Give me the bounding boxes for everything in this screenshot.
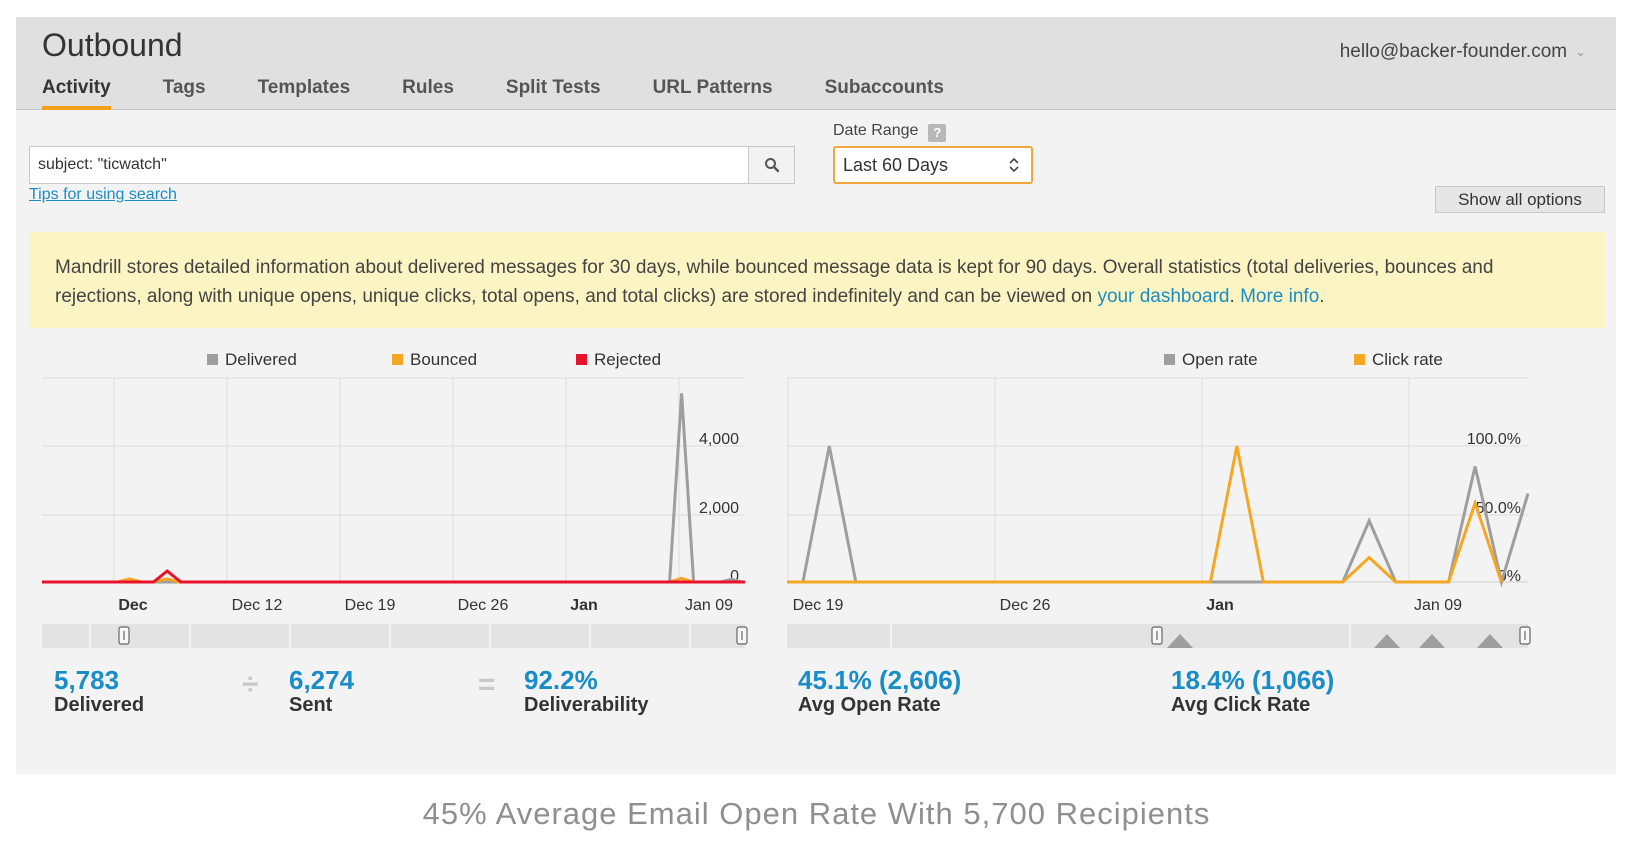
account-menu[interactable]: hello@backer-founder.com ⌄ — [1340, 41, 1586, 63]
stat-open-rate: 45.1% (2,606) Avg Open Rate — [798, 665, 961, 715]
x-tick-label: Jan 09 — [685, 597, 733, 614]
search-input[interactable] — [30, 147, 740, 183]
search-icon — [764, 158, 779, 173]
legend-swatch — [576, 354, 587, 365]
x-tick-label: Jan 09 — [1414, 597, 1462, 614]
notice-end: . — [1319, 286, 1325, 307]
legend-swatch — [1354, 354, 1365, 365]
legend-swatch — [207, 354, 218, 365]
tab-activity[interactable]: Activity — [42, 75, 111, 110]
x-tick-label: Jan — [1206, 597, 1234, 614]
app-window: Outbound hello@backer-founder.com ⌄ Activ… — [16, 17, 1616, 774]
stat-deliverability: 92.2% Deliverability — [524, 665, 649, 715]
delivery-chart: Delivered Bounced Rejected 4,000 2,000 0 De… — [42, 338, 748, 658]
date-range-label: Date Range? — [833, 122, 947, 142]
engagement-chart: Open rate Click rate 100.0% 50.0% 0% Dec 19… — [787, 338, 1532, 658]
stat-sent: 6,274 Sent — [289, 665, 354, 715]
stat-value: 18.4% (1,066) — [1171, 665, 1335, 695]
chart-legend-open-rate: Open rate — [1164, 350, 1258, 370]
show-all-options-button[interactable]: Show all options — [1435, 186, 1605, 213]
chart-legend-bounced: Bounced — [392, 350, 477, 370]
stat-value: 6,274 — [289, 665, 355, 695]
x-tick-label: Dec 19 — [793, 597, 844, 614]
date-range-select[interactable]: Last 60 Days — [833, 146, 1033, 184]
tab-url-patterns[interactable]: URL Patterns — [653, 75, 773, 110]
legend-label: Open rate — [1182, 350, 1258, 369]
x-tick-label: Dec 26 — [1000, 597, 1051, 614]
y-tick-label: 2,000 — [699, 500, 739, 517]
stat-label: Delivered — [54, 694, 145, 716]
x-tick-label: Dec 26 — [458, 597, 509, 614]
stat-label: Avg Open Rate — [798, 694, 941, 716]
stat-label: Avg Click Rate — [1171, 694, 1311, 716]
legend-label: Rejected — [594, 350, 662, 369]
divide-icon: ÷ — [242, 668, 259, 701]
tab-split-tests[interactable]: Split Tests — [506, 75, 601, 110]
chart-legend-click-rate: Click rate — [1354, 350, 1443, 370]
chevron-down-icon: ⌄ — [1575, 43, 1586, 59]
search-box — [29, 146, 795, 184]
series-line-rejected — [42, 569, 745, 584]
stat-delivered: 5,783 Delivered — [54, 665, 144, 715]
legend-label: Delivered — [225, 350, 297, 369]
stat-value: 45.1% (2,606) — [798, 665, 962, 695]
notice-separator: . — [1229, 286, 1241, 307]
y-tick-label: 4,000 — [699, 431, 739, 448]
stat-click-rate: 18.4% (1,066) Avg Click Rate — [1171, 665, 1334, 715]
tab-subaccounts[interactable]: Subaccounts — [825, 75, 944, 110]
series-line-delivered — [127, 393, 745, 584]
chart-legend-delivered: Delivered — [207, 350, 297, 370]
series-line-open-rate — [787, 445, 1530, 588]
range-navigator — [42, 624, 745, 648]
legend-swatch — [1164, 354, 1175, 365]
engagement-chart-plot: 100.0%50.0%0%Dec 19 Dec 26 Jan Jan 09 — [787, 377, 1531, 648]
search-button[interactable] — [748, 147, 794, 183]
legend-label: Click rate — [1372, 350, 1443, 369]
y-tick-label: 100.0% — [1467, 431, 1521, 448]
more-info-link[interactable]: More info — [1240, 286, 1319, 307]
tab-templates[interactable]: Templates — [258, 75, 351, 110]
select-arrows-icon — [1009, 157, 1019, 173]
series-line-click-rate — [787, 445, 1503, 584]
x-tick-label: Dec 19 — [345, 597, 396, 614]
stat-label: Sent — [289, 694, 333, 716]
chart-legend-rejected: Rejected — [576, 350, 661, 370]
image-caption: 45% Average Email Open Rate With 5,700 R… — [422, 796, 1211, 831]
date-range-label-text: Date Range — [833, 122, 919, 139]
x-tick-label: Dec — [118, 597, 147, 614]
retention-notice: Mandrill stores detailed information abo… — [29, 232, 1605, 328]
stat-value: 5,783 — [54, 665, 120, 695]
summary-stats: 5,783 Delivered ÷ 6,274 Sent = 92.2% Delive… — [16, 665, 1616, 725]
date-range-value: Last 60 Days — [843, 155, 949, 175]
dashboard-link[interactable]: your dashboard — [1097, 286, 1229, 307]
stat-label: Deliverability — [524, 694, 649, 716]
tab-bar: Activity Tags Templates Rules Split Test… — [42, 75, 996, 110]
page-title: Outbound — [42, 27, 183, 63]
stat-value: 92.2% — [524, 665, 598, 695]
delivery-chart-plot: 4,0002,0000Dec Dec 12 Dec 19 Dec 26 Jan Jan 0… — [42, 377, 748, 648]
header: Outbound hello@backer-founder.com ⌄ Activ… — [16, 17, 1616, 110]
search-tips-link[interactable]: Tips for using search — [29, 186, 177, 204]
help-icon[interactable]: ? — [928, 124, 947, 142]
x-tick-label: Jan — [570, 597, 598, 614]
legend-swatch — [392, 354, 403, 365]
filter-bar: Tips for using search Date Range? Last 6… — [16, 110, 1616, 223]
legend-label: Bounced — [410, 350, 478, 369]
account-email: hello@backer-founder.com — [1339, 41, 1568, 62]
tab-rules[interactable]: Rules — [402, 75, 454, 110]
x-tick-label: Dec 12 — [232, 597, 283, 614]
tab-tags[interactable]: Tags — [163, 75, 206, 110]
equals-icon: = — [478, 668, 496, 701]
